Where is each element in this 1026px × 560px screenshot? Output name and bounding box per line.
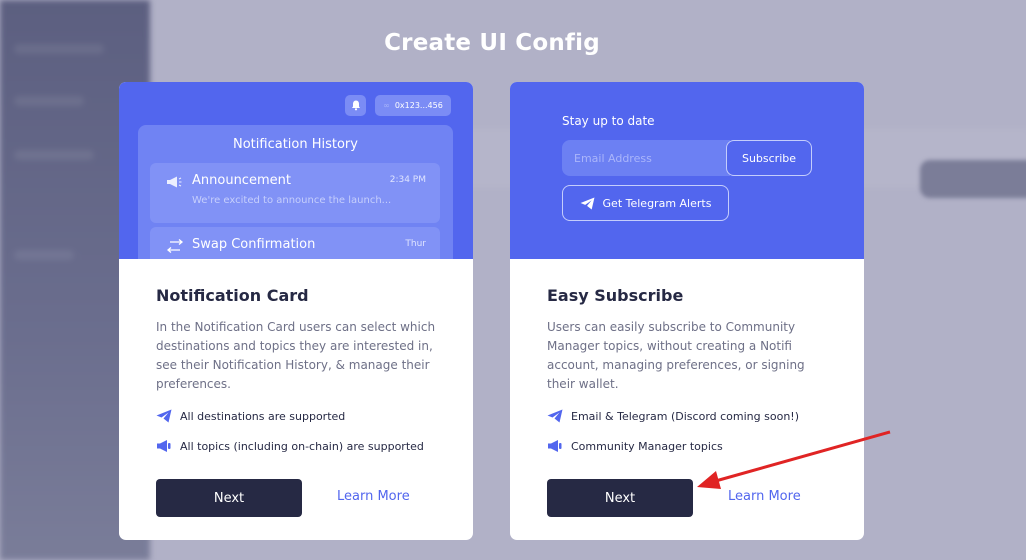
feature-text: Email & Telegram (Discord coming soon!) bbox=[571, 409, 799, 423]
megaphone-icon bbox=[548, 440, 562, 452]
notification-item-preview: We're excited to announce the launch... bbox=[192, 195, 392, 206]
card-description: Users can easily subscribe to Community … bbox=[547, 320, 805, 391]
notification-history-panel: Notification History Announcement 2:34 P… bbox=[138, 125, 453, 259]
next-button[interactable]: Next bbox=[547, 479, 693, 517]
send-icon bbox=[580, 196, 594, 210]
subscribe-button[interactable]: Subscribe bbox=[726, 140, 812, 176]
notification-card-option: ∞ 0x123...456 Notification History Annou… bbox=[119, 82, 473, 540]
feature-text: All destinations are supported bbox=[180, 409, 346, 423]
send-icon bbox=[547, 409, 563, 423]
bell-icon bbox=[351, 100, 360, 111]
learn-more-link[interactable]: Learn More bbox=[728, 489, 801, 504]
card-title: Notification Card bbox=[156, 286, 309, 305]
stay-up-to-date-label: Stay up to date bbox=[562, 114, 655, 128]
feature-item: Email & Telegram (Discord coming soon!) bbox=[547, 409, 799, 423]
notification-history-title: Notification History bbox=[233, 137, 358, 152]
easy-subscribe-option: Stay up to date Subscribe Get Telegram A… bbox=[510, 82, 864, 540]
notification-item: Swap Confirmation Thur bbox=[150, 227, 440, 259]
chain-link-icon: ∞ bbox=[383, 101, 390, 110]
background-nav-placeholder bbox=[14, 150, 94, 160]
megaphone-icon bbox=[167, 176, 182, 188]
wallet-address-pill: ∞ 0x123...456 bbox=[375, 95, 451, 116]
telegram-alerts-button[interactable]: Get Telegram Alerts bbox=[562, 185, 729, 221]
email-field[interactable] bbox=[562, 140, 730, 176]
feature-item: All topics (including on-chain) are supp… bbox=[156, 439, 424, 453]
easy-subscribe-preview: Stay up to date Subscribe Get Telegram A… bbox=[510, 82, 864, 259]
notification-item-title: Swap Confirmation bbox=[192, 237, 316, 252]
bell-button bbox=[345, 95, 366, 116]
send-icon bbox=[156, 409, 172, 423]
background-button bbox=[920, 160, 1026, 198]
notification-item-title: Announcement bbox=[192, 173, 291, 188]
learn-more-link[interactable]: Learn More bbox=[337, 489, 410, 504]
feature-text: All topics (including on-chain) are supp… bbox=[180, 439, 424, 453]
feature-item: Community Manager topics bbox=[547, 439, 723, 453]
notification-item: Announcement 2:34 PM We're excited to an… bbox=[150, 163, 440, 223]
card-title: Easy Subscribe bbox=[547, 286, 684, 305]
background-nav-placeholder bbox=[14, 250, 74, 260]
notification-item-time: 2:34 PM bbox=[389, 175, 426, 185]
notification-card-preview: ∞ 0x123...456 Notification History Annou… bbox=[119, 82, 473, 259]
background-nav-placeholder bbox=[14, 96, 84, 106]
next-button[interactable]: Next bbox=[156, 479, 302, 517]
telegram-alerts-label: Get Telegram Alerts bbox=[602, 196, 712, 210]
wallet-address: 0x123...456 bbox=[394, 101, 443, 110]
feature-item: All destinations are supported bbox=[156, 409, 345, 423]
feature-text: Community Manager topics bbox=[571, 439, 723, 453]
notification-item-time: Thur bbox=[405, 239, 426, 249]
swap-arrows-icon bbox=[166, 239, 184, 253]
card-description: In the Notification Card users can selec… bbox=[156, 320, 436, 391]
page-title: Create UI Config bbox=[384, 30, 600, 56]
megaphone-icon bbox=[157, 440, 171, 452]
